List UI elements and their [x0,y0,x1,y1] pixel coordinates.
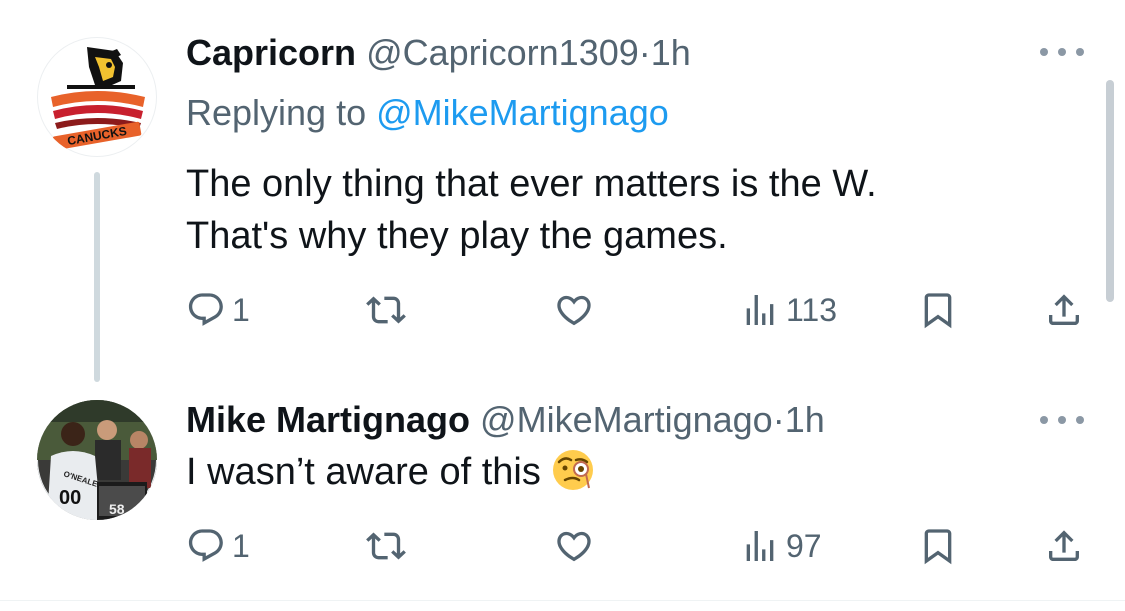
share-button[interactable] [1044,526,1084,566]
more-horizontal-icon [1040,416,1048,424]
thread-line [94,172,100,382]
heart-icon [557,295,591,326]
reply-button[interactable]: 1 [186,290,250,330]
views-button[interactable]: 113 [740,290,837,330]
views-bar-chart-icon [746,295,774,325]
replying-to-prefix: Replying to [186,92,377,133]
divider [0,600,1125,601]
replying-to-line: Replying to @MikeMartignago [186,91,669,135]
views-count: 113 [786,292,838,328]
share-button[interactable] [1044,290,1084,330]
reply-count: 1 [232,528,250,564]
retweet-icon [366,296,406,324]
views-count: 97 [786,528,822,564]
heart-icon [557,531,591,562]
canucks-logo-icon: CANUCKS [51,47,145,151]
more-options-button[interactable] [1040,42,1084,62]
bookmark-icon [924,529,952,565]
tweet-capricorn[interactable]: CANUCKS Capricorn @Capricorn1309·1h Repl… [0,0,1125,382]
jersey-number-text: 00 [59,487,81,509]
user-display-name[interactable]: Capricorn [186,32,356,73]
avatar-capricorn[interactable]: CANUCKS [37,37,157,157]
more-dot [1058,416,1066,424]
more-dot [1076,416,1084,424]
tweet-header: Mike Martignago @MikeMartignago·1h [186,398,825,442]
reply-icon [188,293,223,326]
bookmark-button[interactable] [918,526,958,566]
reply-button[interactable]: 1 [186,526,250,566]
more-horizontal-icon [1040,48,1048,56]
separator-dot: · [638,32,651,73]
retweet-button[interactable] [366,290,406,330]
bookmark-icon [924,293,952,329]
tweet-time[interactable]: 1h [651,32,691,73]
replying-to-mention[interactable]: @MikeMartignago [376,92,669,133]
views-bar-chart-icon [746,531,774,561]
tweet-time[interactable]: 1h [785,399,825,440]
avatar-logo-text: CANUCKS [66,124,128,148]
more-dot [1076,48,1084,56]
like-button[interactable] [554,290,594,330]
reply-count: 1 [232,292,250,328]
tweet-header: Capricorn @Capricorn1309·1h [186,31,691,75]
basketball-photo-avatar: O'NEALE 00 58 [37,400,157,520]
avatar-mike-martignago[interactable]: O'NEALE 00 58 [37,400,157,520]
share-icon [1049,530,1079,561]
tweet-text: I wasn’t aware of this [186,446,595,498]
share-icon [1049,294,1079,325]
face-with-monocle-icon [552,449,593,490]
retweet-icon [366,532,406,560]
like-button[interactable] [554,526,594,566]
tweet-mike-martignago[interactable]: O'NEALE 00 58 Mike Martignago @MikeMarti… [0,380,1125,600]
more-options-button[interactable] [1040,410,1084,430]
retweet-button[interactable] [366,526,406,566]
bookmark-button[interactable] [918,290,958,330]
more-dot [1058,48,1066,56]
tweet-text-content: I wasn’t aware of this [186,451,541,493]
tweet-text-line-2: That's why they play the games. [186,215,728,257]
views-button[interactable]: 97 [740,526,822,566]
user-display-name[interactable]: Mike Martignago [186,399,470,440]
referee-number-text: 58 [109,501,125,517]
user-handle[interactable]: @Capricorn1309 [366,32,639,73]
scrollbar[interactable] [1106,80,1114,302]
reply-icon [188,529,223,562]
separator-dot: · [772,399,785,440]
user-handle[interactable]: @MikeMartignago [480,399,773,440]
tweet-text-line-1: The only thing that ever matters is the … [186,163,877,205]
